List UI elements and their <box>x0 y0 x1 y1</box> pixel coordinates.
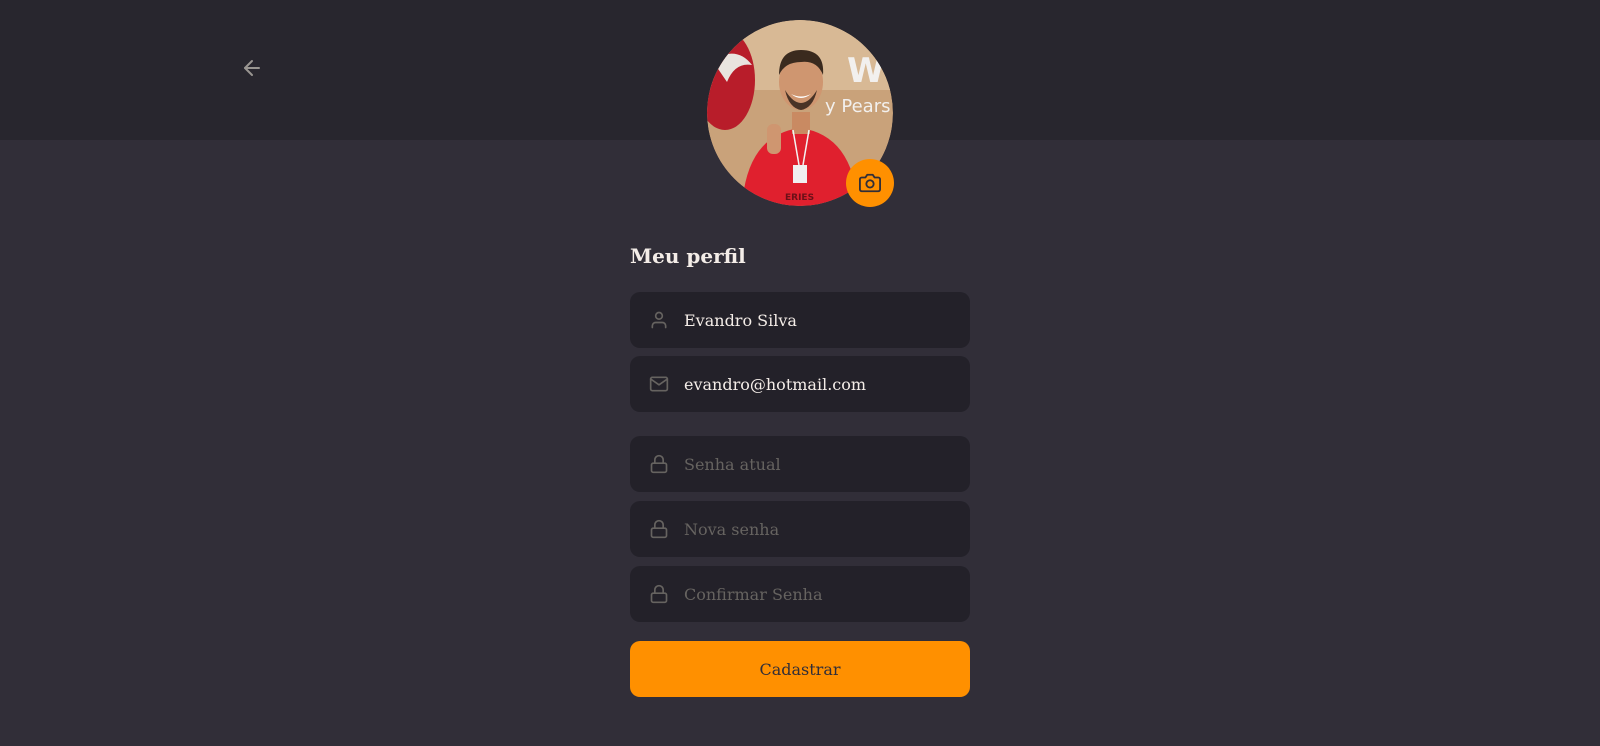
change-avatar-button[interactable] <box>846 159 894 207</box>
old-password-input[interactable] <box>684 454 944 474</box>
name-field[interactable] <box>630 292 970 348</box>
confirm-password-field[interactable] <box>630 566 970 622</box>
lock-icon <box>648 583 670 605</box>
lock-icon <box>648 453 670 475</box>
submit-button[interactable]: Cadastrar <box>630 641 970 697</box>
user-icon <box>648 309 670 331</box>
email-field[interactable] <box>630 356 970 412</box>
avatar-container: W y Pears ERIES <box>707 20 894 207</box>
mail-icon <box>648 373 670 395</box>
svg-text:ERIES: ERIES <box>785 193 814 203</box>
email-input[interactable] <box>684 374 944 394</box>
page-title: Meu perfil <box>630 244 746 268</box>
back-button[interactable] <box>238 54 266 82</box>
new-password-field[interactable] <box>630 501 970 557</box>
camera-icon <box>859 172 881 194</box>
name-input[interactable] <box>684 310 944 330</box>
svg-text:y Pears: y Pears <box>825 96 890 117</box>
lock-icon <box>648 518 670 540</box>
svg-text:W: W <box>847 51 885 91</box>
arrow-left-icon <box>240 56 264 80</box>
confirm-password-input[interactable] <box>684 584 944 604</box>
old-password-field[interactable] <box>630 436 970 492</box>
profile-form: Meu perfil Evandro Silva evandro@hotmail… <box>630 236 970 697</box>
new-password-input[interactable] <box>684 519 944 539</box>
